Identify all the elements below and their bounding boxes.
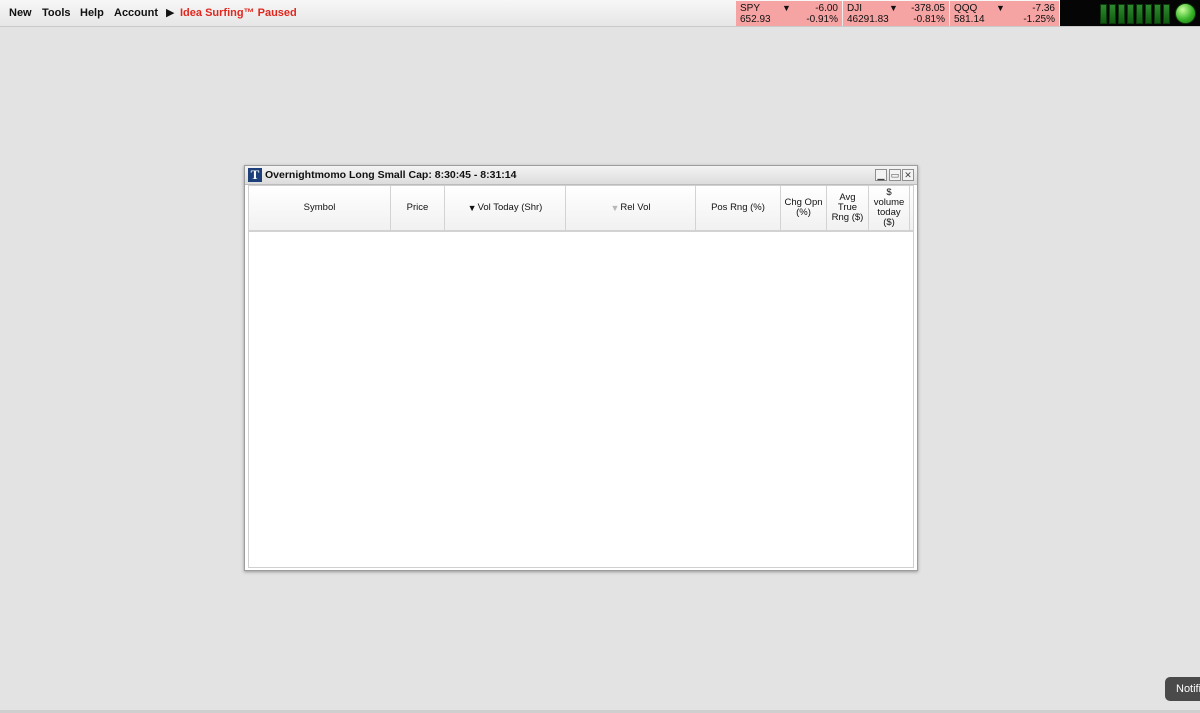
- table-header: Symbol Price ▼ Vol Today (Shr) ▼ Rel Vol…: [249, 186, 913, 232]
- column-header-avg-true-rng[interactable]: Avg True Rng ($): [827, 186, 869, 230]
- menu-tools[interactable]: Tools: [42, 7, 71, 19]
- sort-descending-icon: ▼: [610, 203, 620, 213]
- column-label: Price: [406, 202, 429, 213]
- ticker-price: 581.14: [954, 14, 985, 25]
- column-header-chg-opn[interactable]: Chg Opn (%): [781, 186, 827, 230]
- column-label: Symbol: [303, 202, 336, 213]
- column-header-price[interactable]: Price: [391, 186, 445, 230]
- ticker-percent: -1.25%: [1023, 14, 1055, 25]
- column-header-pos-rng[interactable]: Pos Rng (%): [696, 186, 781, 230]
- triangle-down-icon: ▼: [782, 3, 791, 13]
- menu-account[interactable]: Account: [114, 7, 158, 19]
- ticker-change: -378.05: [911, 3, 945, 14]
- menu-help[interactable]: Help: [80, 7, 104, 19]
- notifications-label: Notifications: [1176, 683, 1200, 695]
- overnightmomo-window[interactable]: T Overnightmomo Long Small Cap: 8:30:45 …: [244, 165, 918, 571]
- column-label: Vol Today (Shr): [477, 202, 543, 213]
- column-label: Avg True Rng ($): [831, 192, 864, 223]
- column-header-rel-vol[interactable]: ▼ Rel Vol: [566, 186, 696, 230]
- ticker-change: -6.00: [815, 3, 838, 14]
- ticker-symbol: DJI: [847, 3, 862, 14]
- ticker-price: 652.93: [740, 14, 771, 25]
- ticker-percent: -0.81%: [913, 14, 945, 25]
- ticker-percent: -0.91%: [806, 14, 838, 25]
- ticker-symbol: QQQ: [954, 3, 978, 14]
- triangle-down-icon: ▼: [996, 3, 1005, 13]
- play-icon[interactable]: ▶: [166, 6, 174, 19]
- minimize-icon[interactable]: ▁: [875, 169, 887, 181]
- close-icon[interactable]: ✕: [902, 169, 914, 181]
- triangle-down-icon: ▼: [889, 3, 898, 13]
- ticker-dji[interactable]: DJI ▼ -378.05 46291.83 -0.81%: [843, 1, 949, 26]
- connection-status-led-icon[interactable]: [1175, 3, 1196, 24]
- top-menu-bar: New Tools Help Account ▶ Idea Surfing™ P…: [0, 0, 1200, 27]
- trade-ideas-logo-icon: T: [248, 168, 262, 182]
- column-label: Chg Opn (%): [784, 197, 823, 218]
- ticker-qqq[interactable]: QQQ ▼ -7.36 581.14 -1.25%: [950, 1, 1059, 26]
- menu-new[interactable]: New: [9, 7, 32, 19]
- ticker-change: -7.36: [1032, 3, 1055, 14]
- maximize-icon[interactable]: ▭: [889, 169, 901, 181]
- column-label: $ volume today ($): [873, 187, 905, 228]
- column-header-symbol[interactable]: Symbol: [249, 186, 391, 230]
- column-label: Pos Rng (%): [711, 202, 765, 213]
- window-title: Overnightmomo Long Small Cap: 8:30:45 - …: [265, 169, 517, 181]
- window-titlebar[interactable]: T Overnightmomo Long Small Cap: 8:30:45 …: [245, 166, 917, 185]
- notifications-button[interactable]: Notifications: [1165, 677, 1200, 701]
- ticker-spy[interactable]: SPY ▼ -6.00 652.93 -0.91%: [736, 1, 842, 26]
- column-header-dollar-volume[interactable]: $ volume today ($): [869, 186, 910, 230]
- column-label: Rel Vol: [620, 202, 651, 213]
- idea-surfing-status[interactable]: Idea Surfing™ Paused: [180, 7, 297, 19]
- column-header-vol-today[interactable]: ▼ Vol Today (Shr): [445, 186, 566, 230]
- ticker-price: 46291.83: [847, 14, 889, 25]
- sort-descending-icon: ▼: [467, 203, 477, 213]
- ticker-symbol: SPY: [740, 3, 761, 14]
- results-table[interactable]: Symbol Price ▼ Vol Today (Shr) ▼ Rel Vol…: [248, 185, 914, 568]
